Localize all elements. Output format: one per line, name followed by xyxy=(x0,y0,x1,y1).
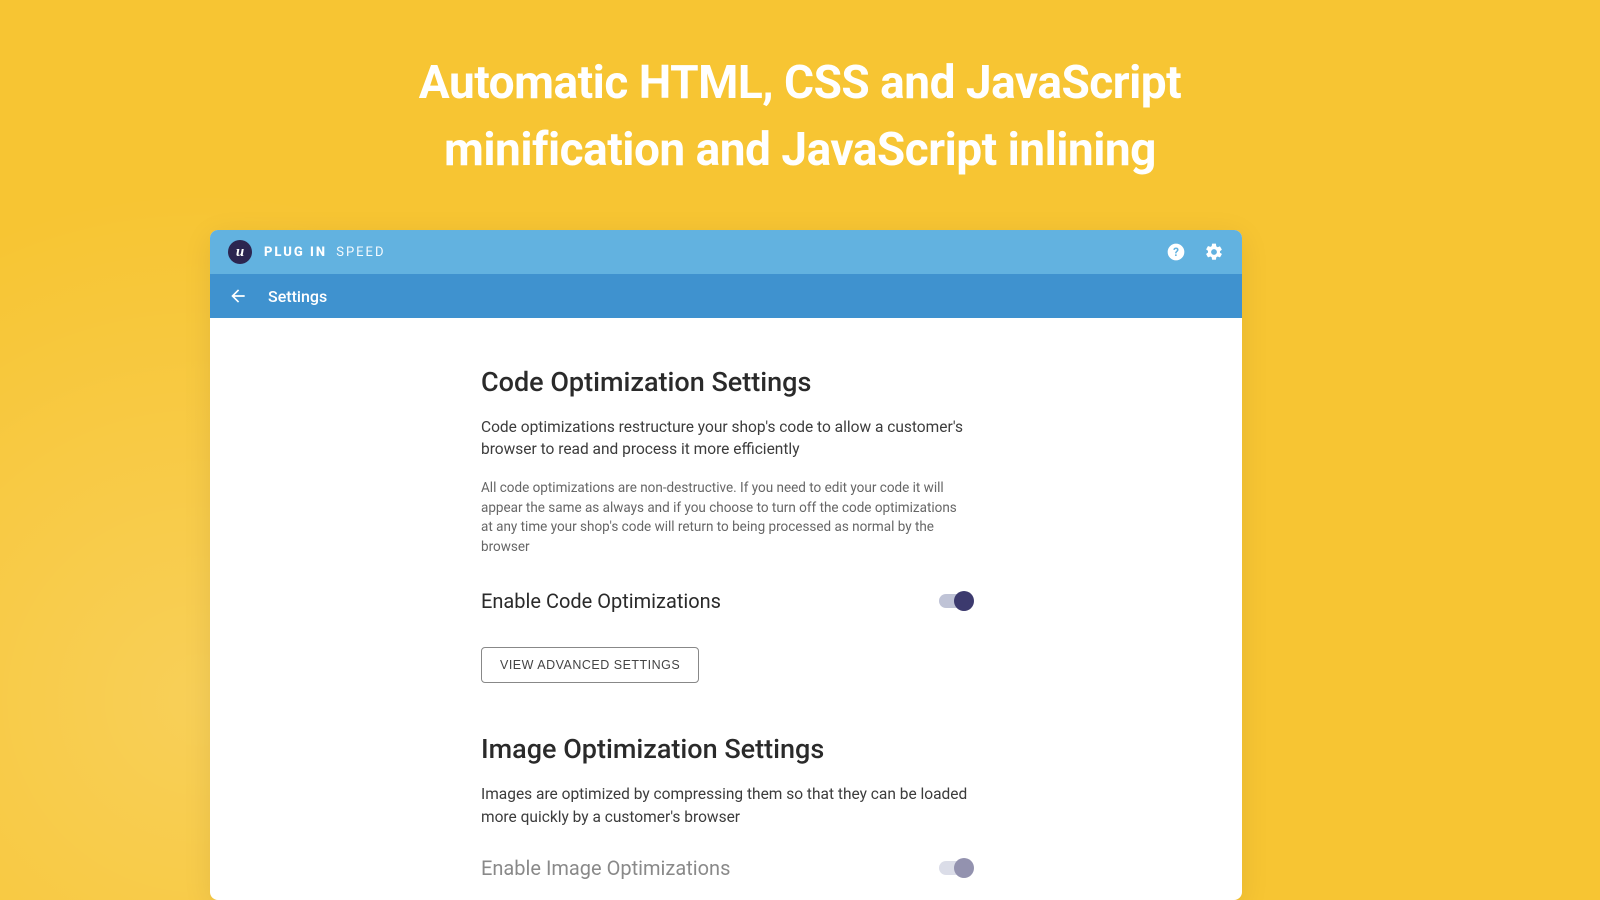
image-heading: Image Optimization Settings xyxy=(481,733,971,765)
brand-text: PLUG IN SPEED xyxy=(264,245,385,260)
code-lead: Code optimizations restructure your shop… xyxy=(481,416,971,461)
code-optimization-section: Code Optimization Settings Code optimiza… xyxy=(481,366,971,683)
code-note: All code optimizations are non-destructi… xyxy=(481,479,971,557)
enable-image-toggle[interactable] xyxy=(939,861,971,875)
enable-code-toggle[interactable] xyxy=(939,594,971,608)
back-arrow-icon[interactable] xyxy=(228,286,248,306)
toggle-knob xyxy=(954,591,974,611)
hero-line-1: Automatic HTML, CSS and JavaScript xyxy=(0,50,1600,117)
hero-line-2: minification and JavaScript inlining xyxy=(0,117,1600,184)
enable-image-row: Enable Image Optimizations xyxy=(481,856,971,880)
page-title: Settings xyxy=(268,287,327,306)
brand-thin: SPEED xyxy=(336,245,385,260)
app-window: u PLUG IN SPEED ? Settings Code Optimiza… xyxy=(210,230,1242,900)
enable-image-label: Enable Image Optimizations xyxy=(481,856,730,880)
image-optimization-section: Image Optimization Settings Images are o… xyxy=(481,733,971,880)
content-area: Code Optimization Settings Code optimiza… xyxy=(210,318,1242,880)
view-advanced-settings-button[interactable]: VIEW ADVANCED SETTINGS xyxy=(481,647,699,683)
help-icon[interactable]: ? xyxy=(1166,242,1186,262)
toggle-knob xyxy=(954,858,974,878)
subbar: Settings xyxy=(210,274,1242,318)
svg-text:?: ? xyxy=(1173,245,1179,259)
hero-title: Automatic HTML, CSS and JavaScript minif… xyxy=(0,0,1600,183)
code-heading: Code Optimization Settings xyxy=(481,366,971,398)
brand-logo-icon: u xyxy=(228,240,252,264)
brand-bold: PLUG IN xyxy=(264,245,327,260)
image-lead: Images are optimized by compressing them… xyxy=(481,783,971,828)
gear-icon[interactable] xyxy=(1204,242,1224,262)
topbar: u PLUG IN SPEED ? xyxy=(210,230,1242,274)
enable-code-row: Enable Code Optimizations xyxy=(481,589,971,613)
enable-code-label: Enable Code Optimizations xyxy=(481,589,721,613)
brand-glyph: u xyxy=(236,244,244,261)
